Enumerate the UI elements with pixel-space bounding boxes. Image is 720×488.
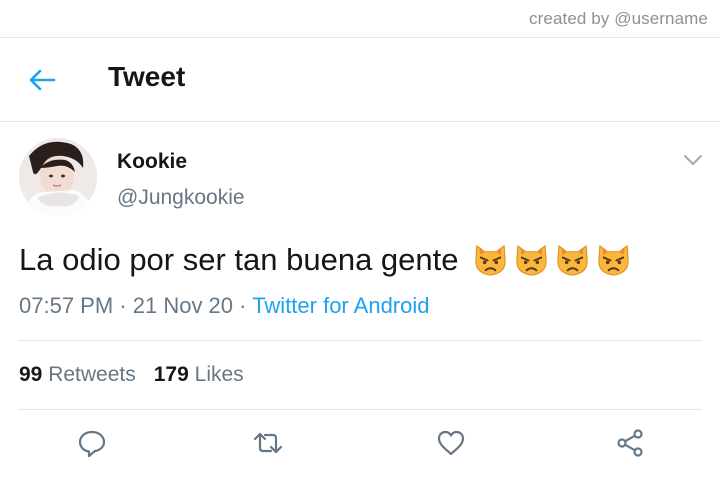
separator: · (113, 293, 133, 318)
like-icon (437, 430, 465, 456)
tweet-stats: 99 Retweets 179 Likes (19, 363, 244, 387)
share-icon (617, 429, 643, 457)
reply-icon (78, 430, 106, 458)
tweet-body: La odio por ser tan buena gente (19, 241, 459, 277)
tweet-text: La odio por ser tan buena gente (19, 240, 633, 279)
chevron-down-icon (684, 155, 702, 165)
avatar-photo (19, 138, 97, 216)
pouting-cat-emoji (556, 244, 588, 276)
author-handle[interactable]: @Jungkookie (117, 186, 245, 210)
pouting-cat-emoji (515, 244, 547, 276)
share-button[interactable] (613, 426, 647, 460)
retweet-button[interactable] (251, 426, 285, 460)
retweets-count[interactable]: 99 (19, 363, 42, 386)
tweet-source-link[interactable]: Twitter for Android (252, 293, 429, 318)
retweets-label[interactable]: Retweets (48, 363, 136, 386)
pouting-cat-emoji (597, 244, 629, 276)
likes-count[interactable]: 179 (154, 363, 189, 386)
author-name[interactable]: Kookie (117, 150, 187, 174)
separator: · (233, 293, 253, 318)
tweet-date: 21 Nov 20 (132, 293, 234, 318)
retweet-icon (253, 432, 283, 454)
avatar[interactable] (19, 138, 97, 216)
like-button[interactable] (434, 426, 468, 460)
arrow-left-icon (29, 69, 56, 91)
divider (18, 409, 702, 410)
likes-label[interactable]: Likes (195, 363, 244, 386)
tweet-time: 07:57 PM (19, 293, 114, 318)
divider (0, 121, 720, 122)
watermark: created by @username (529, 9, 708, 28)
more-options-button[interactable] (681, 150, 705, 170)
emoji-group (471, 240, 633, 279)
divider (18, 340, 702, 341)
back-button[interactable] (26, 64, 58, 96)
tweet-meta: 07:57 PM · 21 Nov 20 · Twitter for Andro… (19, 293, 430, 319)
reply-button[interactable] (75, 426, 109, 460)
top-bar: Tweet (0, 38, 720, 121)
page-title: Tweet (108, 61, 186, 92)
pouting-cat-emoji (474, 244, 506, 276)
